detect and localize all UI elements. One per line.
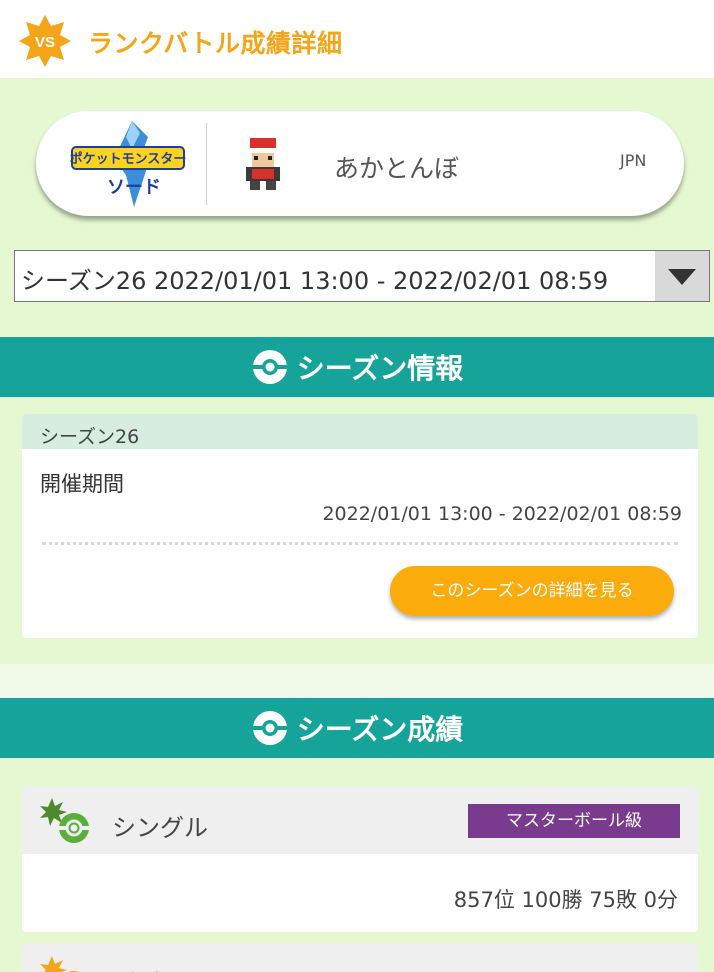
double-mode-label: ダブル — [112, 964, 184, 972]
card-divider — [206, 123, 207, 205]
rank-badge: マスターボール級 — [468, 804, 680, 838]
select-arrow-button[interactable] — [655, 251, 709, 301]
season-info-band: シーズン情報 — [0, 337, 714, 397]
svg-text:VS: VS — [35, 34, 55, 51]
season-label: シーズン26 — [40, 426, 140, 448]
double-result-card: ダブル — [22, 944, 698, 972]
season-detail-button[interactable]: このシーズンの詳細を見る — [390, 566, 674, 616]
vs-badge-icon: VS — [19, 15, 71, 67]
double-battle-icon — [40, 956, 80, 972]
sword-game-logo: ポケットモンスター ソード — [70, 121, 186, 207]
svg-text:ソード: ソード — [107, 177, 161, 197]
season-info-card-header: シーズン26 — [22, 414, 698, 449]
player-card: ポケットモンスター ソード あかとんぼ JPN — [36, 111, 684, 216]
season-results-band: シーズン成績 — [0, 698, 714, 758]
trainer-sprite-icon — [246, 138, 280, 190]
divider — [42, 542, 678, 545]
season-select[interactable]: シーズン26 2022/01/01 13:00 - 2022/02/01 08:… — [14, 250, 710, 302]
page-header: VS ランクバトル成績詳細 — [0, 0, 714, 78]
single-result-card: シングル マスターボール級 857位 100勝 75敗 0分 — [22, 786, 698, 932]
chevron-down-icon — [668, 269, 696, 285]
season-results-title: シーズン成績 — [296, 713, 464, 746]
single-mode-label: シングル — [112, 814, 208, 842]
single-battle-icon — [40, 798, 89, 843]
svg-text:ポケットモンスター: ポケットモンスター — [70, 151, 186, 166]
section-gap — [0, 664, 714, 698]
player-country: JPN — [620, 151, 647, 170]
player-name: あかとんぼ — [334, 154, 460, 183]
pokeball-icon — [252, 350, 287, 384]
period-value: 2022/01/01 13:00 - 2022/02/01 08:59 — [322, 503, 682, 525]
period-label: 開催期間 — [40, 472, 124, 496]
season-info-title: シーズン情報 — [296, 352, 464, 385]
page-title: ランクバトル成績詳細 — [88, 29, 343, 58]
single-record: 857位 100勝 75敗 0分 — [453, 888, 678, 912]
season-info-card: シーズン26 開催期間 2022/01/01 13:00 - 2022/02/0… — [22, 414, 698, 638]
season-select-value: シーズン26 2022/01/01 13:00 - 2022/02/01 08:… — [21, 267, 609, 295]
pokeball-icon — [252, 711, 287, 745]
single-result-header: シングル マスターボール級 — [22, 786, 698, 854]
